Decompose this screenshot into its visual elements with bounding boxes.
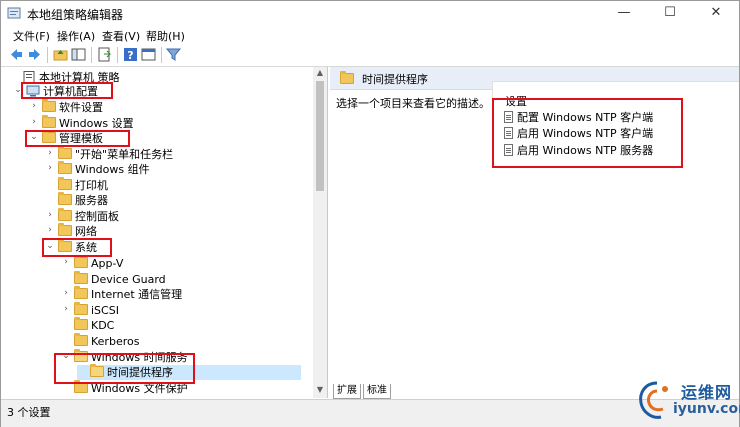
tree-start-menu[interactable]: › "开始"菜单和任务栏 (45, 146, 301, 162)
tree-item-label: "开始"菜单和任务栏 (75, 148, 174, 161)
folder-icon (58, 223, 72, 237)
folder-icon (58, 177, 72, 191)
up-folder-icon[interactable] (52, 46, 69, 63)
tree-item-label: Internet 通信管理 (91, 288, 183, 301)
status-bar: 3 个设置 (1, 399, 739, 427)
menu-help[interactable]: 帮助(H) (146, 28, 185, 44)
tree-item-label: Windows 设置 (59, 117, 134, 130)
toolbar-separator (91, 47, 92, 63)
highlight-box (25, 130, 130, 147)
collapsed-chevron-icon[interactable]: › (29, 101, 39, 111)
watermark-logo-icon (639, 381, 668, 419)
status-text: 3 个设置 (7, 406, 51, 419)
tree-server[interactable]: 服务器 (45, 192, 301, 208)
collapsed-chevron-icon[interactable]: › (61, 304, 71, 314)
tree-item-label: Windows 组件 (75, 163, 150, 176)
export-list-icon[interactable] (96, 46, 113, 63)
menu-view[interactable]: 查看(V) (102, 28, 140, 44)
tree-internet-comm[interactable]: › Internet 通信管理 (61, 286, 301, 302)
folder-icon (74, 271, 88, 285)
group-policy-app-icon (7, 7, 21, 19)
tree-app-v[interactable]: › App-V (61, 255, 301, 271)
collapsed-chevron-icon[interactable]: › (61, 288, 71, 298)
view-tabs: 扩展 标准 (330, 384, 530, 400)
folder-icon (58, 192, 72, 206)
highlight-box (492, 98, 683, 168)
forward-icon[interactable] (26, 46, 43, 63)
tree-scrollbar[interactable]: ▲ ▼ (313, 67, 327, 398)
tree-printers[interactable]: 打印机 (45, 177, 301, 193)
properties-icon[interactable] (140, 46, 157, 63)
toolbar-separator (161, 47, 162, 63)
minimize-button[interactable]: — (601, 1, 647, 25)
highlight-box (54, 353, 195, 384)
folder-icon (42, 99, 56, 113)
close-button[interactable]: ✕ (693, 1, 739, 25)
title-bar: 本地组策略编辑器 — ☐ ✕ (1, 1, 739, 25)
tree-item-label: iSCSI (91, 304, 119, 317)
tree-item-label: Kerberos (91, 335, 140, 348)
folder-icon (58, 146, 72, 160)
scrollbar-thumb[interactable] (316, 81, 324, 191)
folder-icon (340, 71, 354, 84)
collapsed-chevron-icon[interactable]: › (45, 163, 55, 173)
tree-item-label: 软件设置 (59, 101, 103, 114)
folder-icon (58, 208, 72, 222)
tree-kdc[interactable]: KDC (61, 317, 301, 333)
tree-iscsi[interactable]: › iSCSI (61, 302, 301, 318)
tree-software-settings[interactable]: › 软件设置 (29, 99, 301, 115)
tree-kerberos[interactable]: Kerberos (61, 333, 301, 349)
folder-icon (58, 161, 72, 175)
folder-icon (74, 302, 88, 316)
folder-icon (42, 115, 56, 129)
maximize-button[interactable]: ☐ (647, 1, 693, 25)
tree-item-label: 服务器 (75, 194, 108, 207)
scroll-down-arrow-icon[interactable]: ▼ (313, 385, 327, 394)
filter-icon[interactable] (165, 46, 182, 63)
tree-item-label: KDC (91, 319, 115, 332)
menu-bar: 文件(F) 操作(A) 查看(V) 帮助(H) (1, 26, 739, 44)
tree-windows-settings[interactable]: › Windows 设置 (29, 115, 301, 131)
tree-item-label: Device Guard (91, 273, 166, 286)
watermark-url: iyunv.com (673, 401, 740, 417)
details-header-title: 时间提供程序 (362, 73, 428, 86)
tree-item-label: App-V (91, 257, 124, 270)
description-text: 选择一个项目来查看它的描述。 (336, 97, 490, 110)
tab-standard[interactable]: 标准 (363, 384, 391, 399)
watermark: 运维网 iyunv.com (637, 373, 740, 425)
scroll-up-arrow-icon[interactable]: ▲ (313, 68, 327, 77)
tab-extended[interactable]: 扩展 (333, 384, 361, 399)
tree-windows-components[interactable]: › Windows 组件 (45, 161, 301, 177)
folder-icon (74, 317, 88, 331)
folder-icon (74, 333, 88, 347)
tree-control-panel[interactable]: › 控制面板 (45, 208, 301, 224)
collapsed-chevron-icon[interactable]: › (45, 225, 55, 235)
folder-icon (74, 255, 88, 269)
tree-device-guard[interactable]: Device Guard (61, 271, 301, 287)
show-hide-tree-icon[interactable] (70, 46, 87, 63)
collapsed-chevron-icon[interactable]: › (45, 148, 55, 158)
menu-action[interactable]: 操作(A) (57, 28, 95, 44)
main-window: 本地组策略编辑器 — ☐ ✕ 文件(F) 操作(A) 查看(V) 帮助(H) ?… (0, 0, 740, 427)
collapsed-chevron-icon[interactable]: › (29, 117, 39, 127)
highlight-box (42, 238, 112, 257)
back-icon[interactable] (8, 46, 25, 63)
highlight-box (21, 82, 113, 99)
menu-file[interactable]: 文件(F) (13, 28, 50, 44)
tree-network[interactable]: › 网络 (45, 223, 301, 239)
tree-item-label: 控制面板 (75, 210, 119, 223)
tree-item-label: 打印机 (75, 179, 108, 192)
folder-icon (74, 286, 88, 300)
toolbar-separator (117, 47, 118, 63)
toolbar: ? (1, 44, 739, 67)
svg-text:?: ? (127, 49, 133, 62)
collapsed-chevron-icon[interactable]: › (61, 257, 71, 267)
tree-pane[interactable]: 本地计算机 策略 ⌄ 计算机配置 › 软件设置 › Windows 设置 ⌄ 管理模板 › "开始"… (1, 67, 328, 398)
help-icon[interactable]: ? (122, 46, 139, 63)
toolbar-separator (47, 47, 48, 63)
collapsed-chevron-icon[interactable]: › (45, 210, 55, 220)
tree-item-label: 网络 (75, 225, 97, 238)
watermark-title: 运维网 (681, 383, 733, 402)
window-title: 本地组策略编辑器 (27, 8, 124, 22)
